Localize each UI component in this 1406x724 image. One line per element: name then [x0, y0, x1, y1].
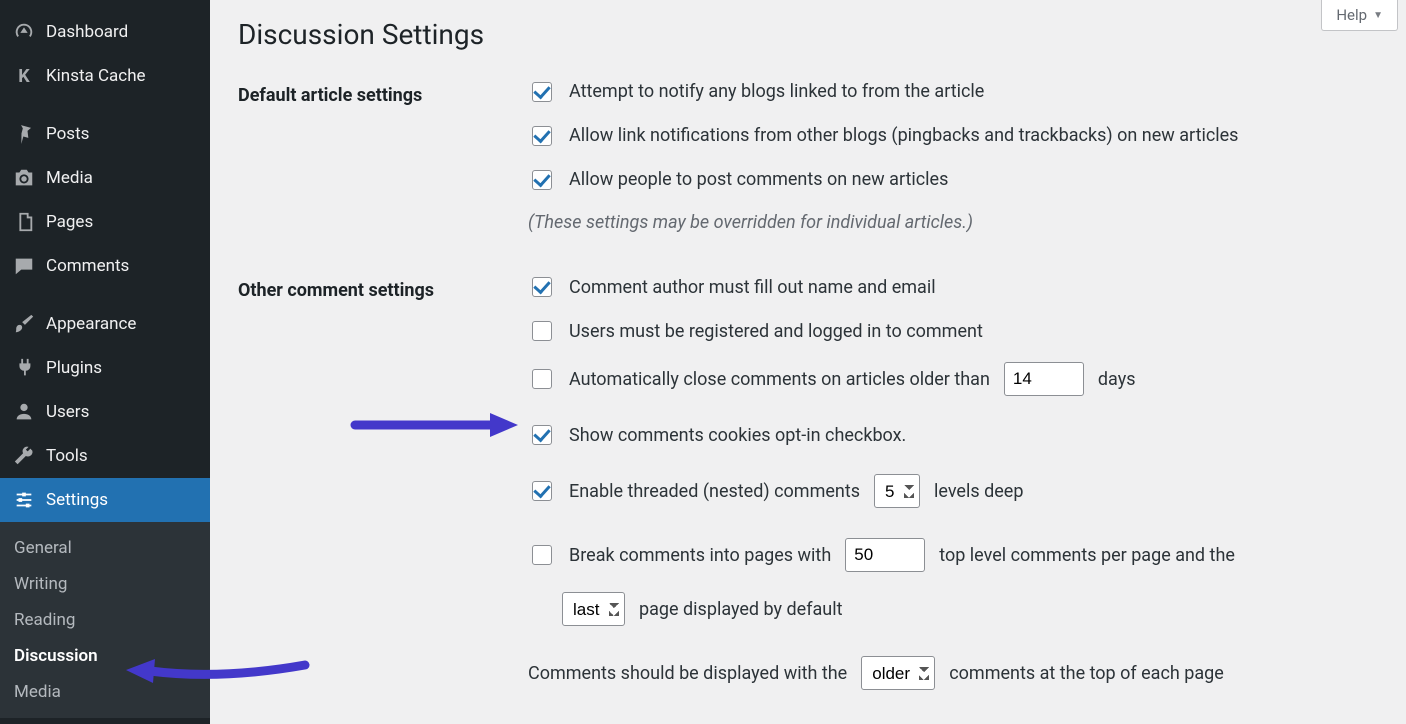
sidebar-item-users[interactable]: Users [0, 390, 210, 434]
input-autoclose-days[interactable] [1004, 362, 1084, 396]
checkbox-autoclose[interactable] [532, 369, 552, 389]
sidebar-item-appearance[interactable]: Appearance [0, 302, 210, 346]
checkbox-cookies-optin[interactable] [532, 425, 552, 445]
label-autoclose-pre: Automatically close comments on articles… [569, 368, 990, 391]
sidebar-item-label: Comments [46, 256, 129, 276]
select-thread-depth[interactable]: 5 [874, 474, 920, 508]
label-paginate-mid: top level comments per page and the [939, 544, 1235, 567]
submenu-item-writing[interactable]: Writing [0, 566, 210, 602]
caret-down-icon: ▼ [1373, 10, 1383, 21]
sidebar-item-label: Kinsta Cache [46, 66, 146, 86]
checkbox-notify-blogs[interactable] [532, 82, 552, 102]
section-heading-other: Other comment settings [238, 274, 528, 724]
checkbox-name-email[interactable] [532, 277, 552, 297]
select-default-page[interactable]: last [562, 592, 625, 626]
chat-icon [12, 254, 36, 278]
label-order-post: comments at the top of each page [949, 662, 1224, 685]
checkbox-paginate[interactable] [532, 545, 552, 565]
section-heading-default: Default article settings [238, 79, 528, 274]
sidebar-item-label: Tools [46, 446, 88, 466]
sidebar-item-tools[interactable]: Tools [0, 434, 210, 478]
sidebar-item-label: Appearance [46, 314, 136, 334]
default-settings-note: (These settings may be overridden for in… [528, 211, 1378, 234]
sidebar-item-dashboard[interactable]: Dashboard [0, 10, 210, 54]
checkbox-allow-trackbacks[interactable] [532, 126, 552, 146]
sidebar-item-comments[interactable]: Comments [0, 244, 210, 288]
sidebar-item-pages[interactable]: Pages [0, 200, 210, 244]
label-threaded-pre: Enable threaded (nested) comments [569, 480, 860, 503]
user-icon [12, 400, 36, 424]
sidebar-item-label: Users [46, 402, 89, 422]
gauge-icon [12, 20, 36, 44]
sidebar-item-label: Dashboard [46, 22, 128, 42]
plug-icon [12, 356, 36, 380]
label-notify-blogs: Attempt to notify any blogs linked to fr… [569, 80, 984, 103]
submenu-item-general[interactable]: General [0, 530, 210, 566]
checkbox-allow-comments[interactable] [532, 170, 552, 190]
sidebar-item-plugins[interactable]: Plugins [0, 346, 210, 390]
sidebar-item-settings[interactable]: Settings [0, 478, 210, 522]
copy-icon [12, 210, 36, 234]
label-autoclose-post: days [1098, 368, 1136, 391]
input-comments-per-page[interactable] [845, 538, 925, 572]
sidebar-item-label: Settings [46, 490, 108, 510]
submenu-item-discussion[interactable]: Discussion [0, 638, 210, 674]
submenu-item-media[interactable]: Media [0, 674, 210, 710]
label-registered: Users must be registered and logged in t… [569, 320, 983, 343]
pin-icon [12, 122, 36, 146]
label-order-pre: Comments should be displayed with the [528, 662, 847, 685]
label-threaded-post: levels deep [934, 480, 1023, 503]
sidebar-item-label: Media [46, 168, 93, 188]
checkbox-registered[interactable] [532, 321, 552, 341]
sidebar-item-media[interactable]: Media [0, 156, 210, 200]
help-tab[interactable]: Help ▼ [1321, 0, 1398, 31]
sidebar-item-kinsta[interactable]: K Kinsta Cache [0, 54, 210, 98]
sidebar-item-label: Posts [46, 124, 89, 144]
sidebar-item-label: Plugins [46, 358, 102, 378]
main-content: Help ▼ Discussion Settings Default artic… [210, 0, 1406, 724]
sidebar-item-posts[interactable]: Posts [0, 112, 210, 156]
label-cookies-optin: Show comments cookies opt-in checkbox. [569, 424, 906, 447]
label-allow-trackbacks: Allow link notifications from other blog… [569, 124, 1238, 147]
admin-sidebar: Dashboard K Kinsta Cache Posts Media Pag… [0, 0, 210, 724]
sliders-icon [12, 488, 36, 512]
label-allow-comments: Allow people to post comments on new art… [569, 168, 948, 191]
help-label: Help [1336, 6, 1367, 24]
wrench-icon [12, 444, 36, 468]
checkbox-threaded[interactable] [532, 481, 552, 501]
label-paginate-pre: Break comments into pages with [569, 544, 831, 567]
label-name-email: Comment author must fill out name and em… [569, 276, 936, 299]
camera-icon [12, 166, 36, 190]
k-icon: K [12, 64, 36, 88]
settings-submenu: General Writing Reading Discussion Media [0, 522, 210, 718]
label-paginate-post: page displayed by default [639, 598, 842, 621]
select-comment-order[interactable]: older [861, 656, 935, 690]
submenu-item-reading[interactable]: Reading [0, 602, 210, 638]
brush-icon [12, 312, 36, 336]
sidebar-item-label: Pages [46, 212, 93, 232]
page-title: Discussion Settings [238, 18, 1378, 51]
